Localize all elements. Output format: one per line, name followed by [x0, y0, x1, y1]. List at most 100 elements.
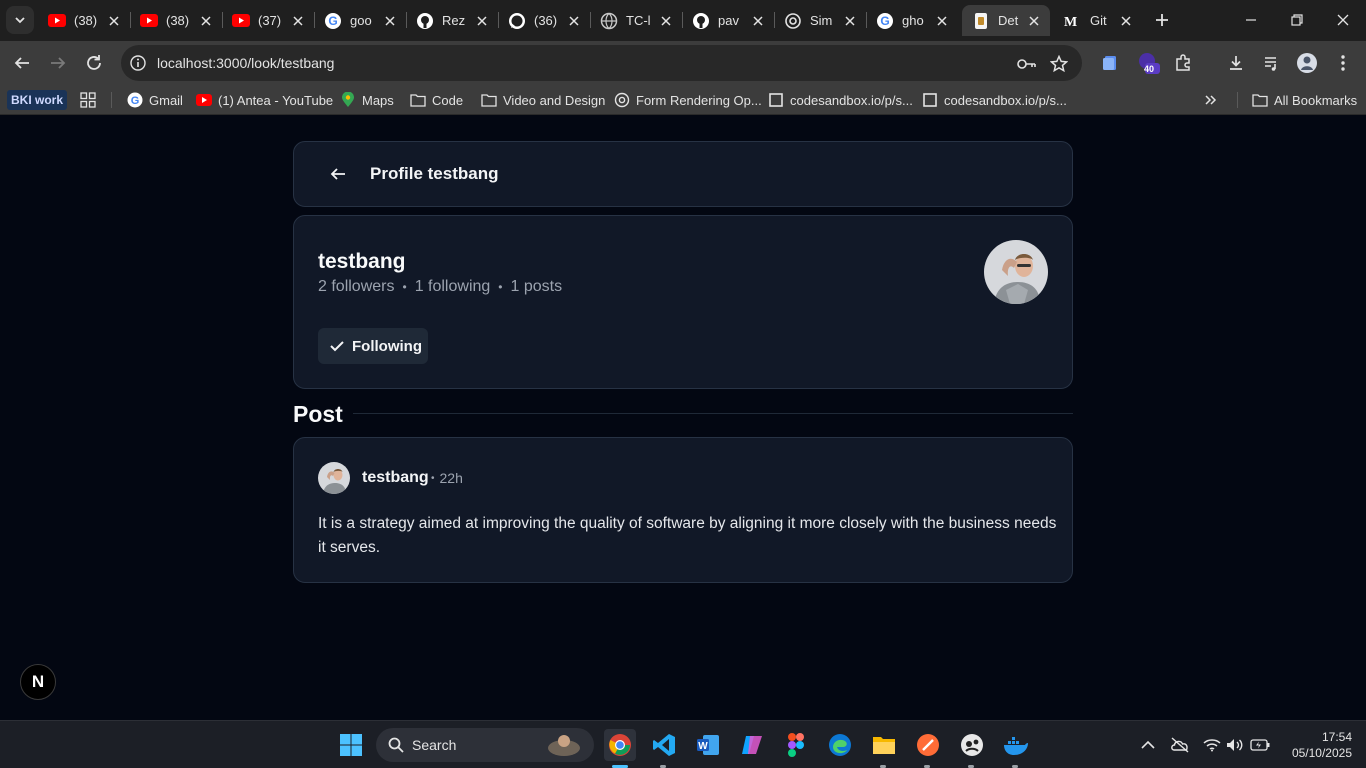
new-tab-button[interactable]: [1150, 8, 1174, 32]
taskbar-vscode-icon[interactable]: [648, 729, 680, 761]
reload-button[interactable]: [82, 51, 106, 75]
browser-tab[interactable]: Rez: [406, 5, 498, 36]
back-arrow-button[interactable]: [328, 164, 348, 184]
openai-icon: [784, 12, 802, 30]
restore-icon: [1291, 14, 1303, 26]
taskbar-clock[interactable]: 17:54 05/10/2025: [1272, 729, 1352, 761]
browser-tab-active[interactable]: Det: [962, 5, 1050, 36]
bookmark-folder[interactable]: Video and Design: [481, 90, 605, 110]
page-icon: [972, 12, 990, 30]
wifi-icon[interactable]: [1202, 735, 1222, 755]
battery-icon[interactable]: [1250, 735, 1270, 755]
close-icon[interactable]: [658, 13, 674, 29]
password-key-icon[interactable]: [1017, 54, 1037, 74]
windows-start-icon[interactable]: [335, 729, 367, 761]
address-bar[interactable]: localhost:3000/look/testbang: [121, 45, 1082, 81]
clock-date: 05/10/2025: [1291, 746, 1352, 760]
close-icon[interactable]: [566, 13, 582, 29]
nextjs-dev-badge[interactable]: N: [20, 664, 56, 700]
bookmark-item[interactable]: (1) Antea - YouTube: [196, 90, 333, 110]
minimize-button[interactable]: [1239, 8, 1263, 32]
close-icon[interactable]: [842, 13, 858, 29]
arrow-left-icon: [14, 57, 29, 69]
taskbar-file-explorer-icon[interactable]: [868, 729, 900, 761]
close-icon[interactable]: [198, 13, 214, 29]
close-icon[interactable]: [106, 13, 122, 29]
bookmark-item[interactable]: codesandbox.io/p/s...: [768, 90, 913, 110]
post-card[interactable]: testbang • 22h It is a strategy aimed at…: [293, 437, 1073, 583]
post-author-name[interactable]: testbang: [362, 469, 429, 487]
taskbar-docker-icon[interactable]: [1000, 729, 1032, 761]
browser-tab[interactable]: (38): [38, 5, 130, 36]
close-icon[interactable]: [1118, 13, 1134, 29]
apps-grid-icon[interactable]: [80, 90, 96, 110]
bookmarks-overflow-icon[interactable]: [1204, 90, 1218, 110]
browser-tab[interactable]: Sim: [774, 5, 866, 36]
tab-title: (38): [74, 13, 98, 28]
url-text[interactable]: localhost:3000/look/testbang: [157, 55, 334, 71]
taskbar-postman-icon[interactable]: [912, 729, 944, 761]
browser-tab[interactable]: (36): [498, 5, 590, 36]
back-button[interactable]: [10, 51, 34, 75]
browser-tab-strip: (38) (38) (37) G goo Rez (36) TC-l pav S…: [0, 0, 1366, 41]
bookmark-item[interactable]: Form Rendering Op...: [614, 90, 762, 110]
profile-avatar: [984, 240, 1048, 304]
taskbar-app-icon[interactable]: [956, 729, 988, 761]
chevron-down-icon: [15, 17, 25, 24]
all-bookmarks-folder[interactable]: All Bookmarks: [1252, 90, 1357, 110]
taskbar-search[interactable]: Search: [376, 728, 594, 762]
volume-icon[interactable]: [1225, 735, 1245, 755]
taskbar-chrome-icon[interactable]: [604, 729, 636, 761]
extension-docs-icon[interactable]: [1098, 51, 1122, 75]
followers-count[interactable]: 2 followers: [318, 278, 394, 296]
site-info-icon[interactable]: [129, 54, 147, 72]
tab-search-button[interactable]: [6, 6, 34, 34]
browser-tab[interactable]: (38): [130, 5, 222, 36]
browser-tab[interactable]: TC-l: [590, 5, 682, 36]
arrow-left-icon: [330, 168, 345, 180]
bookmark-item[interactable]: codesandbox.io/p/s...: [922, 90, 1067, 110]
close-icon[interactable]: [474, 13, 490, 29]
svg-text:W: W: [698, 741, 708, 752]
following-button[interactable]: Following: [318, 328, 428, 364]
browser-tab[interactable]: pav: [682, 5, 774, 36]
media-control-icon[interactable]: [1260, 51, 1284, 75]
taskbar-figma-icon[interactable]: [780, 729, 812, 761]
close-icon[interactable]: [290, 13, 306, 29]
taskbar-word-icon[interactable]: W: [692, 729, 724, 761]
tab-title: Git: [1090, 13, 1107, 28]
close-icon[interactable]: [382, 13, 398, 29]
more-menu-icon[interactable]: [1331, 51, 1355, 75]
post-time: 22h: [439, 470, 463, 486]
youtube-icon: [48, 12, 66, 30]
taskbar-edge-icon[interactable]: [824, 729, 856, 761]
close-icon[interactable]: [750, 13, 766, 29]
bookmark-item[interactable]: G Gmail: [127, 90, 183, 110]
browser-tab[interactable]: G goo: [314, 5, 406, 36]
close-window-button[interactable]: [1331, 8, 1355, 32]
close-icon[interactable]: [934, 13, 950, 29]
tray-overflow-icon[interactable]: [1138, 735, 1158, 755]
profile-header-card: Profile testbang: [293, 141, 1073, 207]
profile-avatar-icon[interactable]: [1295, 51, 1319, 75]
bookmark-bki-work[interactable]: BKI work: [7, 90, 68, 110]
browser-tab[interactable]: G gho: [866, 5, 958, 36]
forward-button[interactable]: [46, 51, 70, 75]
bookmark-folder[interactable]: Code: [410, 90, 463, 110]
bookmark-item[interactable]: Maps: [340, 90, 394, 110]
browser-toolbar: localhost:3000/look/testbang 40: [0, 41, 1366, 85]
download-icon[interactable]: [1224, 51, 1248, 75]
browser-tab[interactable]: (37): [222, 5, 314, 36]
taskbar-copilot-icon[interactable]: [736, 729, 768, 761]
bookmark-star-icon[interactable]: [1049, 54, 1069, 74]
following-count[interactable]: 1 following: [415, 278, 491, 296]
maximize-button[interactable]: [1285, 8, 1309, 32]
youtube-icon: [140, 12, 158, 30]
extensions-puzzle-icon[interactable]: [1171, 51, 1195, 75]
browser-tab[interactable]: M Git: [1054, 5, 1142, 36]
onedrive-offline-icon[interactable]: [1170, 735, 1190, 755]
close-icon[interactable]: [1026, 13, 1042, 29]
minimize-icon: [1246, 19, 1256, 21]
tab-title: pav: [718, 13, 739, 28]
post-author-avatar[interactable]: [318, 462, 350, 494]
